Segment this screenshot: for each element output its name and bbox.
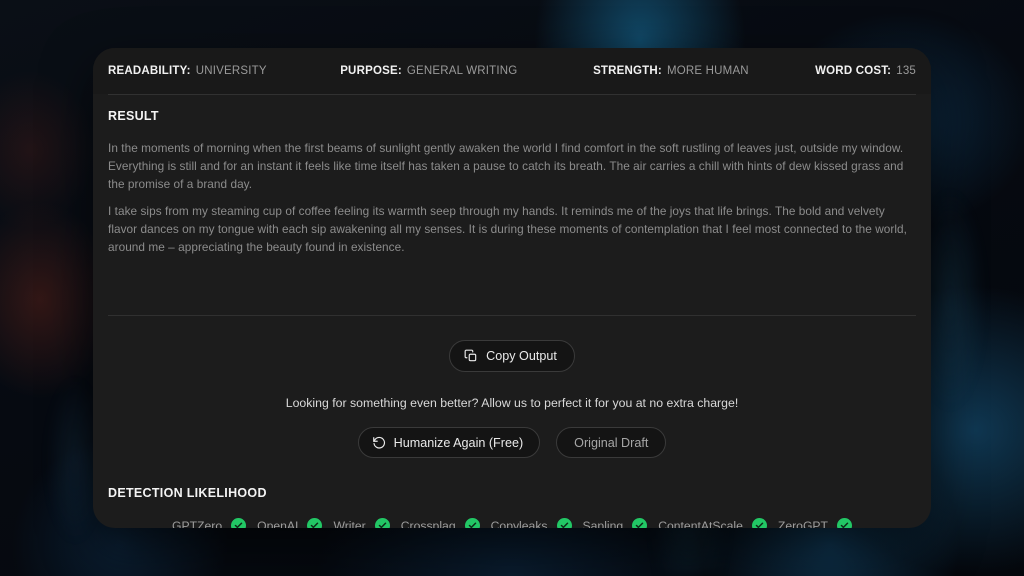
- detector-item: Sapling: [583, 518, 648, 528]
- original-draft-button[interactable]: Original Draft: [556, 427, 667, 458]
- detector-item: GPTZero: [171, 518, 247, 529]
- humanize-again-label: Humanize Again (Free): [393, 435, 524, 450]
- detection-likelihood-section: DETECTION LIKELIHOOD GPTZero OpenAI Writer…: [108, 486, 916, 528]
- secondary-actions-row: Humanize Again (Free) Original Draft: [108, 427, 916, 458]
- copy-output-row: Copy Output: [108, 316, 916, 372]
- detector-item: ZeroGPT: [777, 518, 853, 529]
- check-circle-icon: [751, 518, 767, 528]
- meta-readability: READABILITY: UNIVERSITY: [108, 65, 267, 77]
- meta-purpose-value: GENERAL WRITING: [406, 65, 518, 77]
- detector-name: Sapling: [582, 518, 624, 529]
- original-draft-label: Original Draft: [574, 435, 649, 450]
- meta-word-cost-label: WORD COST:: [815, 65, 892, 77]
- meta-purpose-label: PURPOSE:: [340, 65, 402, 77]
- detector-name: Writer: [333, 518, 366, 529]
- copy-output-label: Copy Output: [486, 349, 557, 363]
- check-circle-icon: [556, 518, 572, 528]
- rotate-counterclockwise-icon: [372, 436, 386, 450]
- meta-readability-value: UNIVERSITY: [195, 65, 267, 77]
- detector-name: Crossplag: [400, 518, 456, 529]
- detector-name: Copyleaks: [490, 518, 548, 529]
- meta-strength-value: MORE HUMAN: [666, 65, 749, 77]
- card-body: RESULT In the moments of morning when th…: [93, 95, 931, 528]
- meta-strength-label: STRENGTH:: [593, 65, 662, 77]
- result-text: In the moments of morning when the first…: [108, 140, 916, 303]
- detector-item: Copyleaks: [491, 518, 572, 528]
- check-circle-icon: [632, 518, 648, 528]
- humanize-again-button[interactable]: Humanize Again (Free): [357, 427, 541, 458]
- meta-word-cost: WORD COST: 135: [815, 65, 916, 77]
- check-circle-icon: [374, 518, 390, 528]
- meta-purpose: PURPOSE: GENERAL WRITING: [340, 65, 517, 77]
- result-paragraph: I take sips from my steaming cup of coff…: [108, 204, 907, 255]
- check-circle-icon: [307, 518, 323, 528]
- detector-list: GPTZero OpenAI Writer Crossplag Copyleaks Sap…: [108, 518, 916, 528]
- check-circle-icon: [464, 518, 480, 528]
- detector-name: ZeroGPT: [777, 518, 829, 529]
- detector-item: ContentAtScale: [658, 518, 767, 528]
- result-paragraph: In the moments of morning when the first…: [108, 141, 904, 191]
- upsell-tagline: Looking for something even better? Allow…: [285, 396, 739, 410]
- detector-name: OpenAI: [257, 518, 299, 529]
- result-title: RESULT: [108, 109, 159, 123]
- check-circle-icon: [837, 518, 853, 528]
- copy-icon: [464, 349, 478, 363]
- card-header: READABILITY: UNIVERSITY PURPOSE: GENERAL…: [93, 48, 931, 94]
- meta-strength: STRENGTH: MORE HUMAN: [593, 65, 749, 77]
- detection-title: DETECTION LIKELIHOOD: [108, 486, 267, 500]
- copy-output-button[interactable]: Copy Output: [449, 340, 575, 372]
- detector-item: Crossplag: [401, 518, 480, 528]
- detector-item: Writer: [333, 518, 390, 529]
- meta-readability-label: READABILITY:: [108, 65, 191, 77]
- check-circle-icon: [231, 518, 247, 528]
- detector-item: OpenAI: [257, 518, 323, 529]
- detector-name: ContentAtScale: [658, 518, 743, 529]
- detector-name: GPTZero: [171, 518, 223, 529]
- result-card: READABILITY: UNIVERSITY PURPOSE: GENERAL…: [93, 48, 931, 528]
- meta-word-cost-value: 135: [896, 65, 917, 77]
